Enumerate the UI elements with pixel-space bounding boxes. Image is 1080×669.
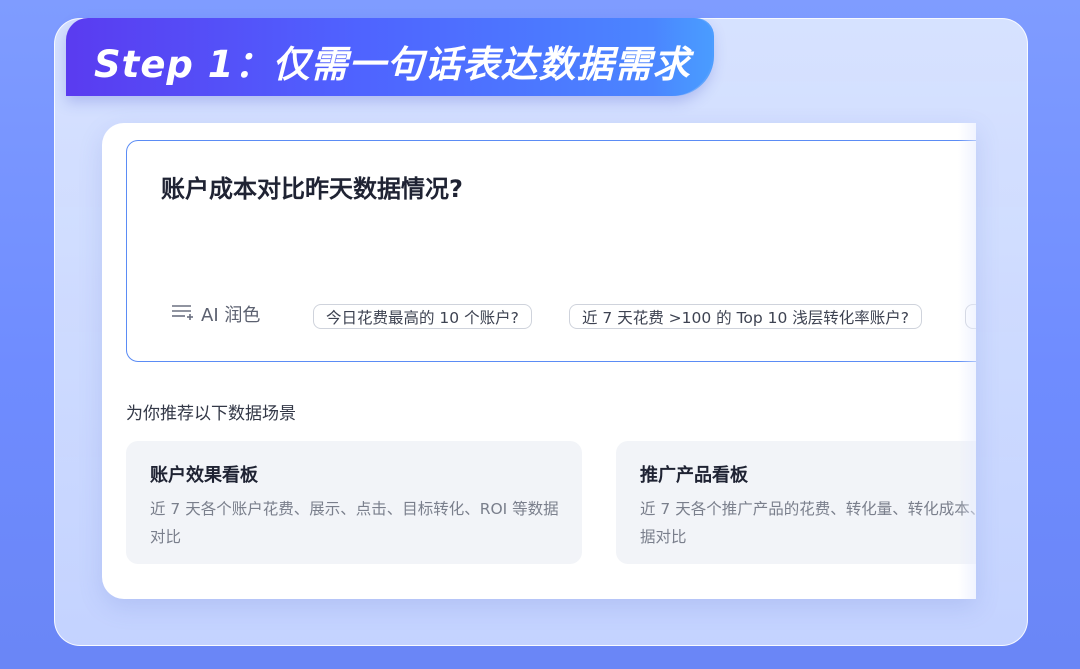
scene-title: 推广产品看板 bbox=[640, 465, 748, 486]
scene-desc: 近 7 天各个推广产品的花费、转化量、转化成本、ROI 等数据对比 bbox=[640, 500, 976, 546]
ai-polish-button[interactable]: AI 润色 bbox=[171, 301, 260, 327]
suggestion-chip[interactable]: 今日花费最高的 10 个账户? bbox=[313, 304, 532, 329]
scene-card-product[interactable]: 推广产品看板 近 7 天各个推广产品的花费、转化量、转化成本、ROI 等数据对比 bbox=[616, 441, 976, 564]
scene-card-account[interactable]: 账户效果看板 近 7 天各个账户花费、展示、点击、目标转化、ROI 等数据对比 bbox=[126, 441, 582, 564]
query-input-box[interactable]: 账户成本对比昨天数据情况? AI 润色 今日花费最高的 10 个账户? 近 7 … bbox=[126, 140, 976, 362]
query-card: 账户成本对比昨天数据情况? AI 润色 今日花费最高的 10 个账户? 近 7 … bbox=[102, 123, 976, 599]
scene-desc: 近 7 天各个账户花费、展示、点击、目标转化、ROI 等数据对比 bbox=[150, 500, 559, 546]
text-lines-plus-icon bbox=[171, 303, 195, 326]
ai-polish-label: AI 润色 bbox=[201, 305, 261, 326]
recommend-title: 为你推荐以下数据场景 bbox=[126, 404, 296, 424]
card-edge-fade bbox=[958, 123, 976, 599]
scene-title: 账户效果看板 bbox=[150, 465, 258, 486]
suggestion-chip[interactable]: 近 7 天花费 >100 的 Top 10 浅层转化率账户? bbox=[569, 304, 923, 329]
step-title: Step 1：仅需一句话表达数据需求 bbox=[94, 43, 691, 86]
query-text[interactable]: 账户成本对比昨天数据情况? bbox=[161, 169, 463, 204]
